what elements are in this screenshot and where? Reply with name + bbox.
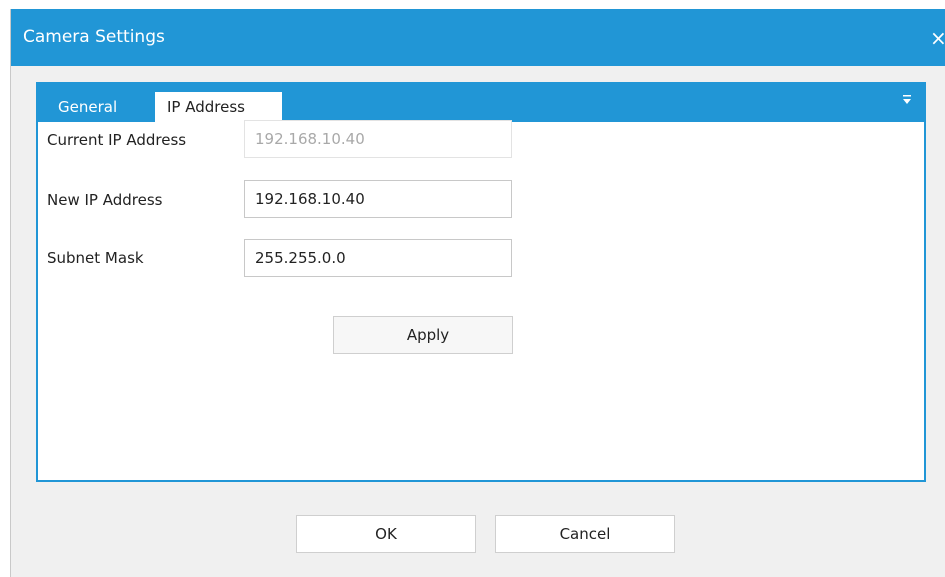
tab-strip: General IP Address: [38, 84, 924, 122]
current-ip-field: [244, 120, 512, 158]
dialog-title: Camera Settings: [23, 27, 165, 47]
current-ip-label: Current IP Address: [47, 131, 187, 149]
close-icon[interactable]: ×: [930, 27, 945, 49]
new-ip-field[interactable]: [244, 180, 512, 218]
subnet-mask-label: Subnet Mask: [47, 249, 144, 267]
tab-panel: General IP Address Current IP Address Ne…: [36, 82, 926, 482]
dropdown-arrow-icon[interactable]: [902, 93, 912, 107]
cancel-button[interactable]: Cancel: [495, 515, 675, 553]
title-bar: Camera Settings ×: [11, 9, 945, 66]
subnet-mask-field[interactable]: [244, 239, 512, 277]
tab-ip-address[interactable]: IP Address: [155, 92, 282, 122]
apply-button[interactable]: Apply: [333, 316, 513, 354]
new-ip-label: New IP Address: [47, 191, 163, 209]
camera-settings-dialog: Camera Settings × General IP Address Cur…: [10, 9, 945, 577]
ok-button[interactable]: OK: [296, 515, 476, 553]
tab-general[interactable]: General: [45, 92, 155, 122]
